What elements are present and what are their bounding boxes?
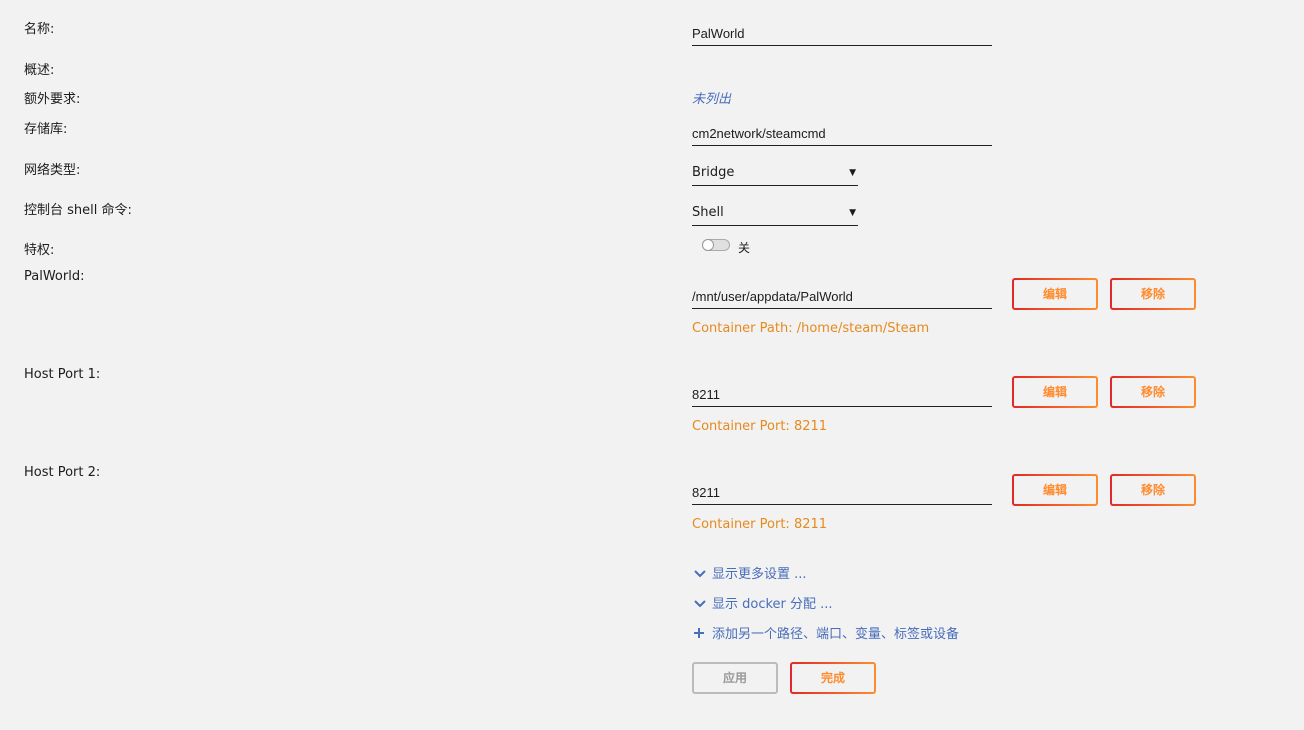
label-host-port-2: Host Port 2: [24,465,101,480]
console-shell-select[interactable]: Shell ▼ [692,202,858,226]
host-port-1-container-port: Container Port: 8211 [692,419,828,434]
plus-icon [694,627,708,642]
label-console-shell: 控制台 shell 命令: [24,203,132,218]
chevron-down-icon [694,567,708,582]
host-port-2-container-port: Container Port: 8211 [692,517,828,532]
host-port-2-input[interactable] [692,481,992,505]
label-name: 名称: [24,22,55,37]
toggle-knob [702,239,714,251]
network-type-value: Bridge [692,165,735,180]
palworld-edit-button[interactable]: 编辑 [1012,278,1098,310]
host-port-1-input[interactable] [692,383,992,407]
label-host-port-1: Host Port 1: [24,367,101,382]
host-port-2-remove-button[interactable]: 移除 [1110,474,1196,506]
show-more-settings-label: 显示更多设置 ... [712,567,807,582]
show-more-settings-link[interactable]: 显示更多设置 ... [694,563,807,582]
console-shell-value: Shell [692,205,724,220]
dropdown-arrow-icon: ▼ [849,208,856,218]
name-input[interactable] [692,22,992,46]
palworld-path-input[interactable] [692,285,992,309]
privileged-state-label: 关 [738,241,751,255]
add-another-label: 添加另一个路径、端口、变量、标签或设备 [712,627,960,642]
palworld-remove-button[interactable]: 移除 [1110,278,1196,310]
chevron-down-icon [694,597,708,612]
label-privileged: 特权: [24,243,55,258]
network-type-select[interactable]: Bridge ▼ [692,162,858,186]
dropdown-arrow-icon: ▼ [849,168,856,178]
label-overview: 概述: [24,63,55,78]
label-requirements: 额外要求: [24,92,81,107]
label-network-type: 网络类型: [24,163,81,178]
requirements-value: 未列出 [692,92,732,107]
palworld-container-path: Container Path: /home/steam/Steam [692,321,930,336]
apply-button[interactable]: 应用 [692,662,778,694]
repository-input[interactable] [692,122,992,146]
show-docker-allocation-label: 显示 docker 分配 ... [712,597,833,612]
host-port-1-edit-button[interactable]: 编辑 [1012,376,1098,408]
done-button[interactable]: 完成 [790,662,876,694]
label-palworld: PalWorld: [24,269,85,284]
host-port-2-edit-button[interactable]: 编辑 [1012,474,1098,506]
label-repository: 存储库: [24,122,68,137]
add-another-link[interactable]: 添加另一个路径、端口、变量、标签或设备 [694,623,959,642]
privileged-toggle[interactable] [702,239,730,251]
host-port-1-remove-button[interactable]: 移除 [1110,376,1196,408]
show-docker-allocation-link[interactable]: 显示 docker 分配 ... [694,593,833,612]
